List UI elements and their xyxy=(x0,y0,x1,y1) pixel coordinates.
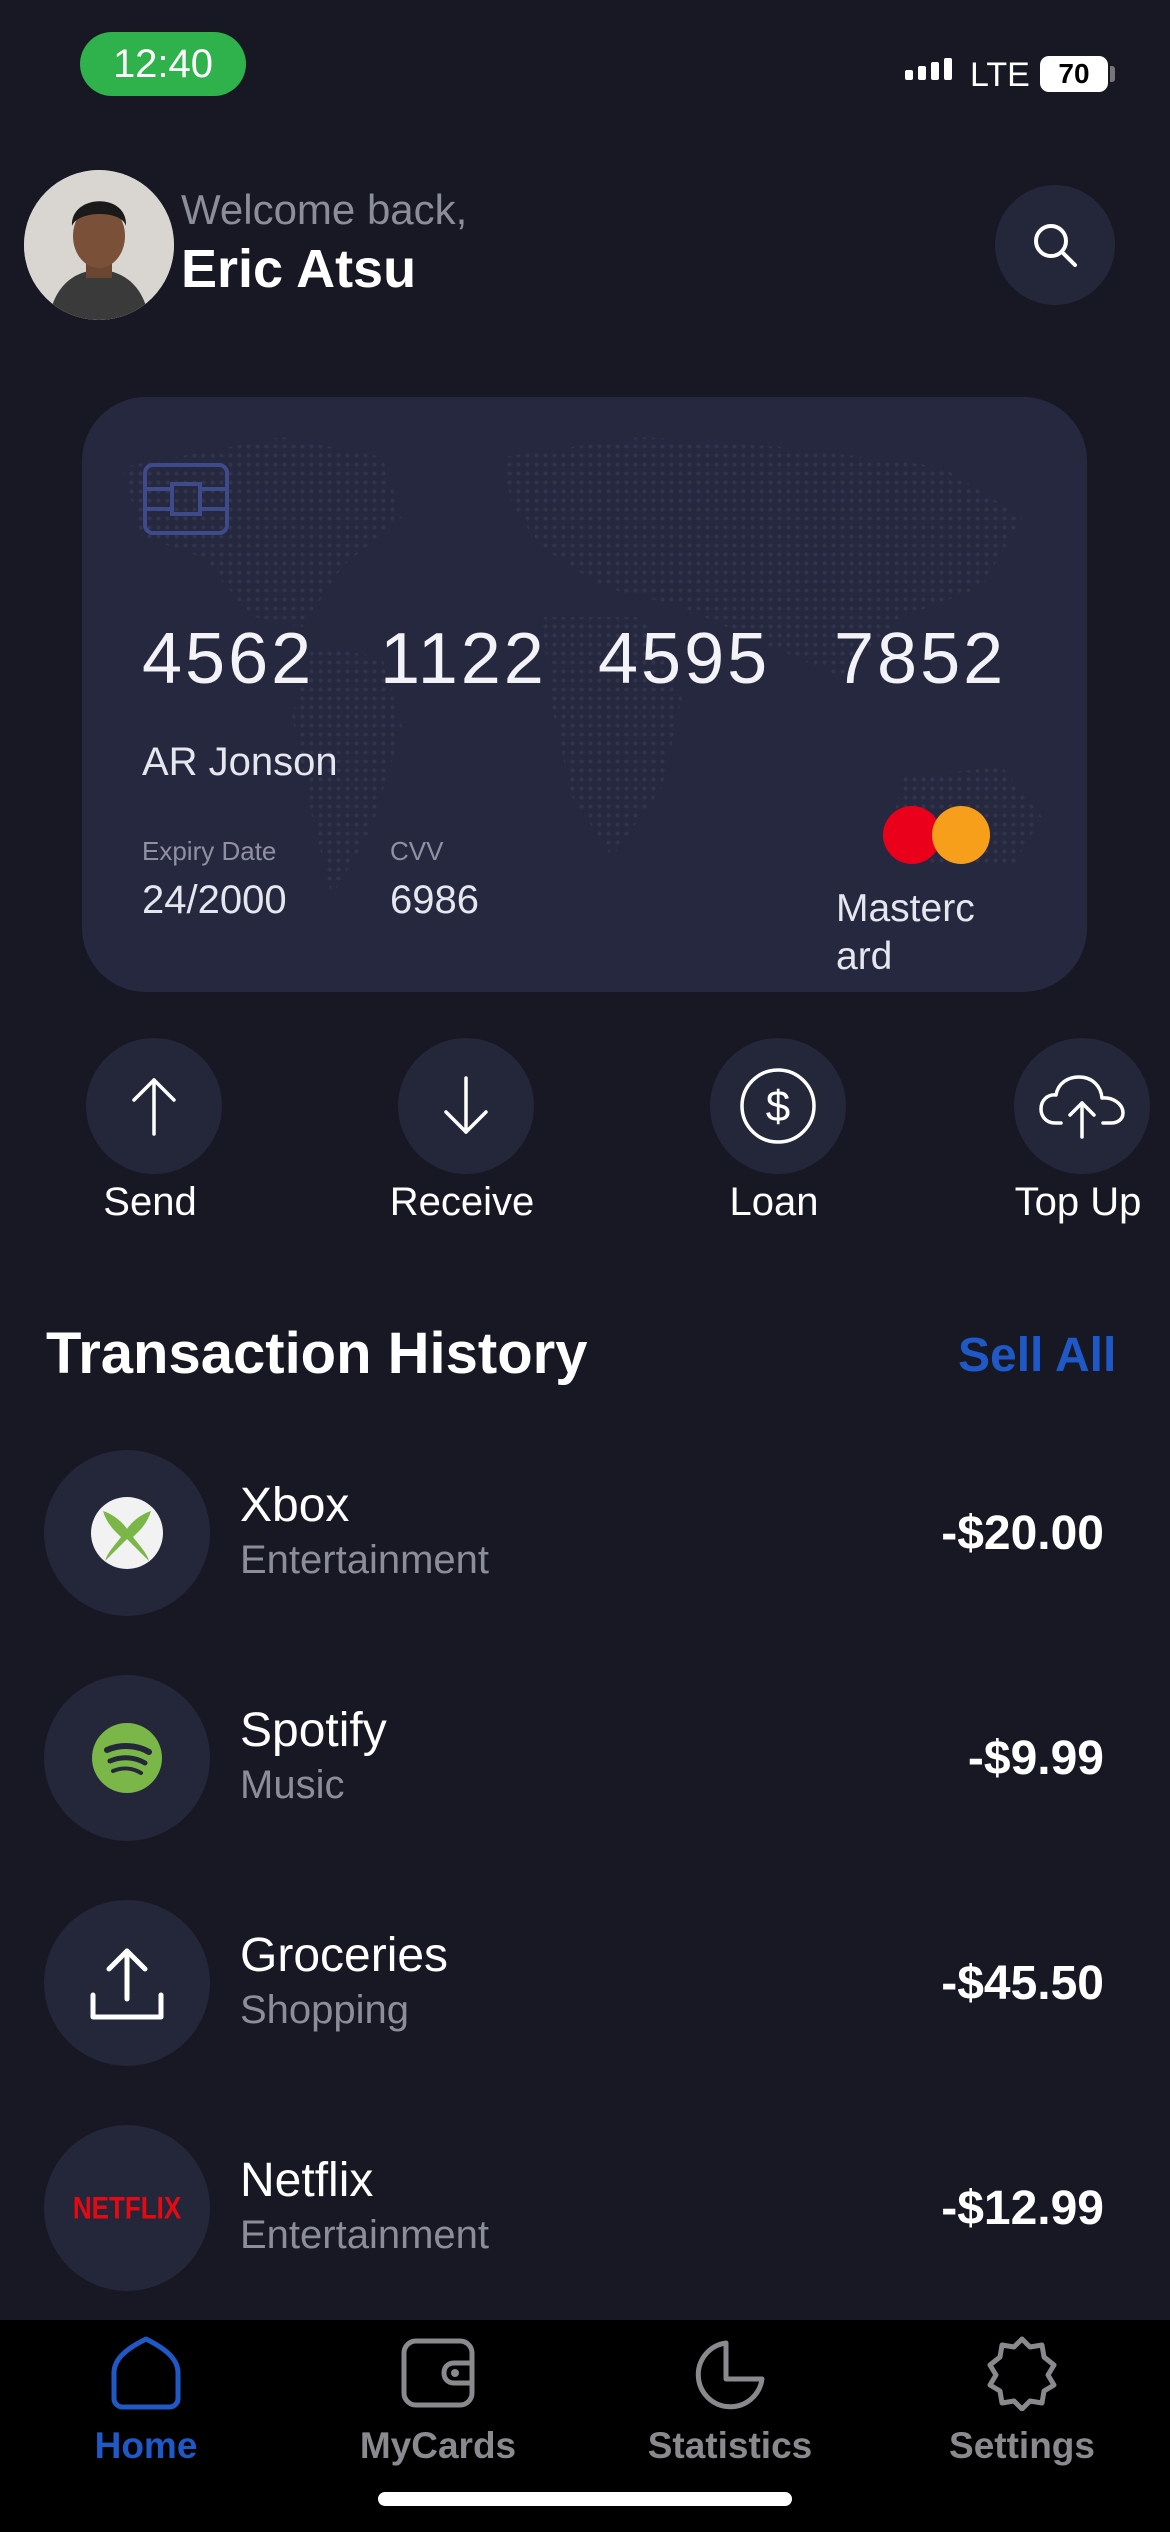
arrow-down-icon xyxy=(444,1076,488,1134)
home-icon xyxy=(111,2336,181,2410)
card-holder-name: AR Jonson xyxy=(142,740,338,784)
signal-icon xyxy=(905,58,952,80)
section-title: Transaction History xyxy=(46,1321,588,1386)
card-chip-icon xyxy=(142,462,230,536)
card-number-group: 7852 xyxy=(834,619,1007,699)
transaction-icon xyxy=(44,1900,210,2066)
loan-button[interactable]: $ xyxy=(710,1038,846,1174)
pie-chart-icon xyxy=(695,2340,765,2410)
nav-statistics[interactable]: Statistics xyxy=(630,2335,830,2467)
battery-icon: 70 xyxy=(1040,56,1108,92)
transaction-category: Entertainment xyxy=(240,1538,490,1582)
transaction-name: Groceries xyxy=(240,1929,449,1982)
home-indicator[interactable] xyxy=(378,2492,792,2506)
transaction-amount: -$20.00 xyxy=(941,1507,1104,1560)
xbox-icon xyxy=(91,1497,163,1569)
svg-text:$: $ xyxy=(766,1082,790,1131)
wallet-icon xyxy=(401,2338,475,2408)
nav-label: Statistics xyxy=(647,2425,813,2466)
see-all-link[interactable]: Sell All xyxy=(958,1328,1116,1383)
transaction-amount: -$12.99 xyxy=(941,2182,1104,2235)
card-number-group: 4595 xyxy=(598,619,771,699)
avatar[interactable] xyxy=(24,170,174,320)
card-brand: Mastercard xyxy=(836,887,975,978)
spotify-icon xyxy=(92,1723,162,1793)
transaction-category: Music xyxy=(240,1763,345,1807)
battery-tip xyxy=(1110,66,1115,82)
transaction-category: Entertainment xyxy=(240,2213,490,2257)
search-button[interactable] xyxy=(995,185,1115,305)
transaction-category: Shopping xyxy=(240,1988,410,2032)
nav-settings[interactable]: Settings xyxy=(922,2335,1122,2467)
nav-mycards[interactable]: MyCards xyxy=(338,2335,538,2467)
expiry-value: 24/2000 xyxy=(142,878,287,922)
nav-label: Home xyxy=(94,2425,198,2466)
battery-level: 70 xyxy=(1058,58,1090,89)
cvv-value: 6986 xyxy=(390,878,479,922)
transaction-icon: NETFLIX xyxy=(44,2125,210,2291)
top-up-label[interactable]: Top Up xyxy=(958,1180,1170,1225)
transaction-icon xyxy=(44,1675,210,1841)
loan-label[interactable]: Loan xyxy=(654,1180,894,1225)
transaction-name: Spotify xyxy=(240,1704,387,1757)
transaction-icon xyxy=(44,1450,210,1616)
transaction-amount: -$45.50 xyxy=(941,1957,1104,2010)
top-up-button[interactable] xyxy=(1014,1038,1150,1174)
upload-icon xyxy=(90,1948,164,2020)
receive-button[interactable] xyxy=(398,1038,534,1174)
expiry-label: Expiry Date xyxy=(142,836,277,866)
cloud-upload-icon xyxy=(1039,1075,1125,1139)
card-number-group: 1122 xyxy=(380,619,547,699)
receive-label[interactable]: Receive xyxy=(342,1180,582,1225)
transaction-name: Xbox xyxy=(240,1479,350,1532)
dollar-circle-icon: $ xyxy=(740,1068,816,1144)
status-time: 12:40 xyxy=(80,32,246,96)
avatar-image xyxy=(24,170,174,320)
cvv-label: CVV xyxy=(390,836,444,866)
nav-label: Settings xyxy=(949,2425,1095,2466)
nav-label: MyCards xyxy=(359,2425,517,2466)
search-icon xyxy=(1034,224,1077,267)
send-label[interactable]: Send xyxy=(30,1180,270,1225)
send-button[interactable] xyxy=(86,1038,222,1174)
transaction-name: Netflix xyxy=(240,2154,374,2207)
gear-icon xyxy=(987,2336,1057,2411)
network-type: LTE xyxy=(970,56,1030,94)
arrow-up-icon xyxy=(132,1078,176,1136)
user-name: Eric Atsu xyxy=(181,239,417,299)
card-number-group: 4562 xyxy=(142,619,315,699)
netflix-icon: NETFLIX xyxy=(72,2189,182,2226)
welcome-text: Welcome back, xyxy=(181,186,468,233)
transaction-amount: -$9.99 xyxy=(967,1732,1104,1785)
mastercard-logo-circle xyxy=(932,806,990,864)
nav-home[interactable]: Home xyxy=(46,2335,246,2467)
